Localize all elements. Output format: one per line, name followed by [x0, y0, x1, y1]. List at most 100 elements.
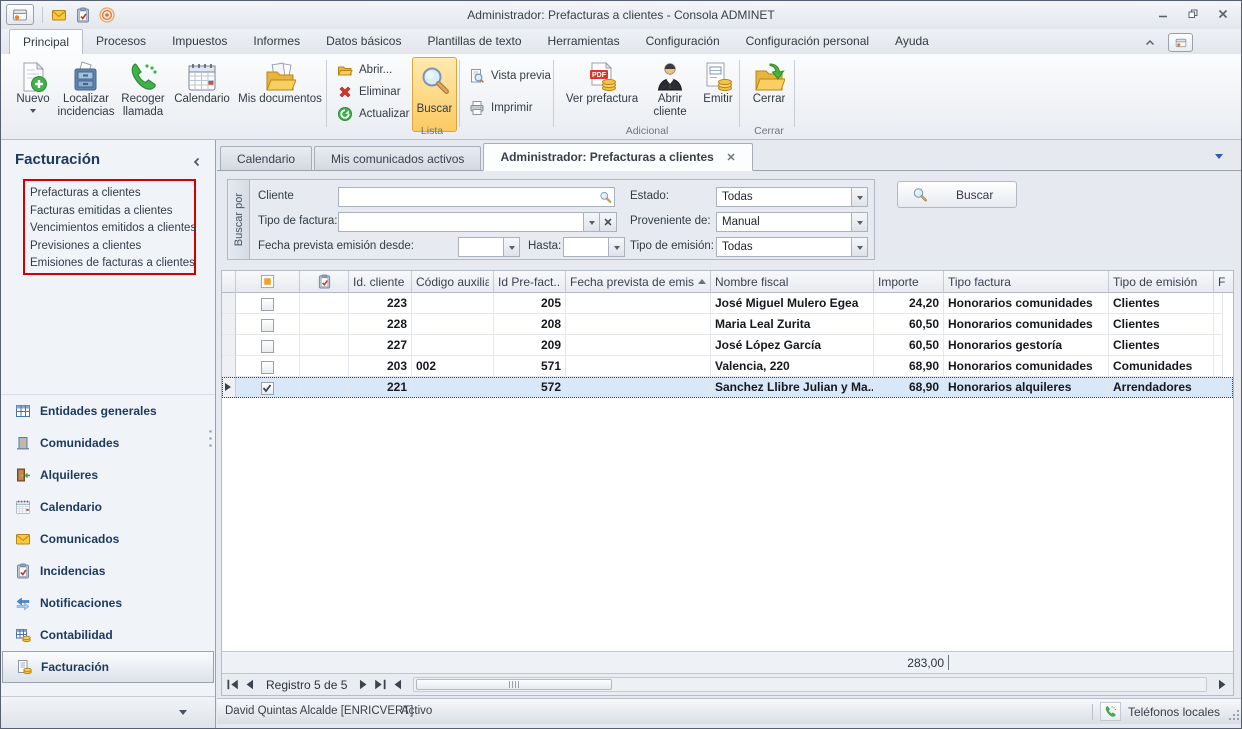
row-checkbox[interactable]	[261, 361, 274, 374]
minimize-button[interactable]	[1157, 8, 1169, 20]
column-header[interactable]: Fecha prevista de emisi...	[566, 271, 711, 293]
restore-button[interactable]	[1187, 8, 1199, 20]
mail-icon[interactable]	[51, 7, 67, 23]
row-checkbox[interactable]	[261, 340, 274, 353]
close-button[interactable]	[1217, 8, 1229, 20]
sidebar-link[interactable]: Emisiones de facturas a clientes	[30, 255, 194, 273]
ribbon-button[interactable]: Recoger llamada	[117, 57, 169, 129]
nav-item[interactable]: Contabilidad	[1, 619, 215, 651]
nav-item[interactable]: Entidades generales	[1, 395, 215, 427]
tipo-emision-select[interactable]: Todas	[716, 237, 868, 257]
buscar-filter-button[interactable]: Buscar	[897, 181, 1017, 208]
tab-list-dropdown-icon[interactable]	[1215, 154, 1223, 163]
collapse-ribbon-button[interactable]	[1144, 37, 1156, 49]
ribbon-button[interactable]: Vista previa	[465, 67, 555, 85]
clear-filter-button[interactable]	[599, 212, 617, 232]
local-phones-button[interactable]	[1100, 702, 1121, 721]
nav-item[interactable]: Calendario	[1, 491, 215, 523]
row-checkbox[interactable]	[261, 298, 274, 311]
grid-row[interactable]: 227209José López García60,50Honorarios g…	[222, 335, 1233, 356]
ribbon-button[interactable]: Abrir cliente	[646, 57, 694, 129]
ribbon-button[interactable]: Mis documentos	[235, 57, 325, 129]
console-button[interactable]	[1168, 33, 1193, 52]
search-icon[interactable]	[599, 191, 612, 204]
collapse-sidebar-button[interactable]	[191, 156, 203, 168]
menu-tab[interactable]: Herramientas	[535, 29, 633, 54]
document-tab[interactable]: Calendario	[220, 146, 312, 170]
fecha-hasta-picker[interactable]	[563, 237, 625, 257]
tipo-factura-combo[interactable]	[338, 212, 600, 232]
next-record-button[interactable]	[357, 678, 370, 691]
ribbon-button[interactable]: Actualizar	[333, 105, 414, 123]
nav-item[interactable]: Facturación	[2, 651, 214, 683]
dropdown-button[interactable]	[583, 213, 599, 231]
sidebar-link[interactable]: Previsiones a clientes	[30, 238, 194, 256]
column-header[interactable]: Importe	[874, 271, 944, 293]
app-menu-button[interactable]	[6, 4, 34, 25]
column-header[interactable]: Nombre fiscal	[711, 271, 874, 293]
column-header[interactable]: Tipo de emisión	[1109, 271, 1214, 293]
ribbon-button[interactable]: Abrir...	[333, 61, 414, 79]
menu-tab[interactable]: Informes	[240, 29, 313, 54]
nav-item[interactable]: Alquileres	[1, 459, 215, 491]
resize-grip[interactable]	[1229, 710, 1231, 712]
document-tab[interactable]: Administrador: Prefacturas a clientes	[483, 143, 752, 171]
sidebar-link[interactable]: Vencimientos emitidos a clientes	[30, 220, 194, 238]
grid-row[interactable]: 221572Sanchez Llibre Julian y Ma...68,90…	[222, 377, 1233, 398]
column-header[interactable]: Id. cliente	[349, 271, 412, 293]
dropdown-button[interactable]	[608, 238, 624, 256]
menu-tab[interactable]: Ayuda	[882, 29, 942, 54]
document-tab[interactable]: Mis comunicados activos	[314, 146, 481, 170]
menu-tab[interactable]: Datos básicos	[313, 29, 414, 54]
menu-tab[interactable]: Configuración	[633, 29, 733, 54]
menu-tab[interactable]: Plantillas de texto	[414, 29, 534, 54]
column-header[interactable]: Tipo factura	[944, 271, 1109, 293]
close-tab-icon[interactable]	[726, 152, 736, 162]
ribbon-button[interactable]: Calendario	[172, 57, 232, 129]
scroll-right-button[interactable]	[1216, 678, 1229, 691]
nav-item[interactable]: Comunicados	[1, 523, 215, 555]
fecha-desde-picker[interactable]	[458, 237, 520, 257]
last-record-button[interactable]	[374, 678, 387, 691]
grid-row[interactable]: 223205José Miguel Mulero Egea24,20Honora…	[222, 293, 1233, 314]
dropdown-button[interactable]	[851, 213, 867, 231]
first-record-button[interactable]	[226, 678, 239, 691]
sidebar-link[interactable]: Prefacturas a clientes	[30, 185, 194, 203]
column-header[interactable]	[236, 271, 300, 293]
column-header[interactable]: Código auxiliar	[412, 271, 494, 293]
ribbon-button[interactable]: Imprimir	[465, 99, 555, 117]
column-header[interactable]: F	[1214, 271, 1233, 293]
nav-item[interactable]: Incidencias	[1, 555, 215, 587]
estado-select[interactable]: Todas	[716, 187, 868, 207]
dropdown-button[interactable]	[503, 238, 519, 256]
dropdown-button[interactable]	[851, 188, 867, 206]
cliente-input[interactable]	[339, 188, 599, 206]
buscar-por-tab[interactable]: Buscar por	[228, 180, 250, 259]
ribbon-button[interactable]: Emitir	[697, 57, 739, 129]
ribbon-button[interactable]: Nuevo	[11, 57, 55, 129]
previous-record-button[interactable]	[243, 678, 256, 691]
nav-item[interactable]: Comunidades	[1, 427, 215, 459]
scroll-left-button[interactable]	[391, 678, 404, 691]
proveniente-select[interactable]: Manual	[716, 212, 868, 232]
ribbon-button[interactable]: PDF Ver prefactura	[561, 57, 643, 129]
horizontal-scrollbar[interactable]	[413, 677, 1207, 692]
sidebar-link[interactable]: Facturas emitidas a clientes	[30, 203, 194, 221]
dropdown-button[interactable]	[851, 238, 867, 256]
grid-row[interactable]: 203002571Valencia, 22068,90Honorarios co…	[222, 356, 1233, 377]
sidebar-overflow-chevron[interactable]	[179, 710, 187, 719]
menu-tab[interactable]: Impuestos	[159, 29, 240, 54]
column-header[interactable]	[222, 271, 236, 293]
grid-row[interactable]: 228208Maria Leal Zurita60,50Honorarios c…	[222, 314, 1233, 335]
broadcast-icon[interactable]	[99, 7, 115, 23]
row-checkbox[interactable]	[261, 382, 274, 395]
buscar-ribbon-button[interactable]: Buscar	[412, 57, 457, 132]
nav-item[interactable]: Notificaciones	[1, 587, 215, 619]
column-header[interactable]	[300, 271, 349, 293]
ribbon-button[interactable]: Cerrar	[745, 57, 793, 129]
incidents-icon[interactable]	[75, 7, 91, 23]
column-header[interactable]: Id Pre-fact...	[494, 271, 566, 293]
scrollbar-thumb[interactable]	[416, 679, 612, 690]
row-checkbox[interactable]	[261, 319, 274, 332]
menu-tab[interactable]: Principal	[9, 29, 83, 54]
